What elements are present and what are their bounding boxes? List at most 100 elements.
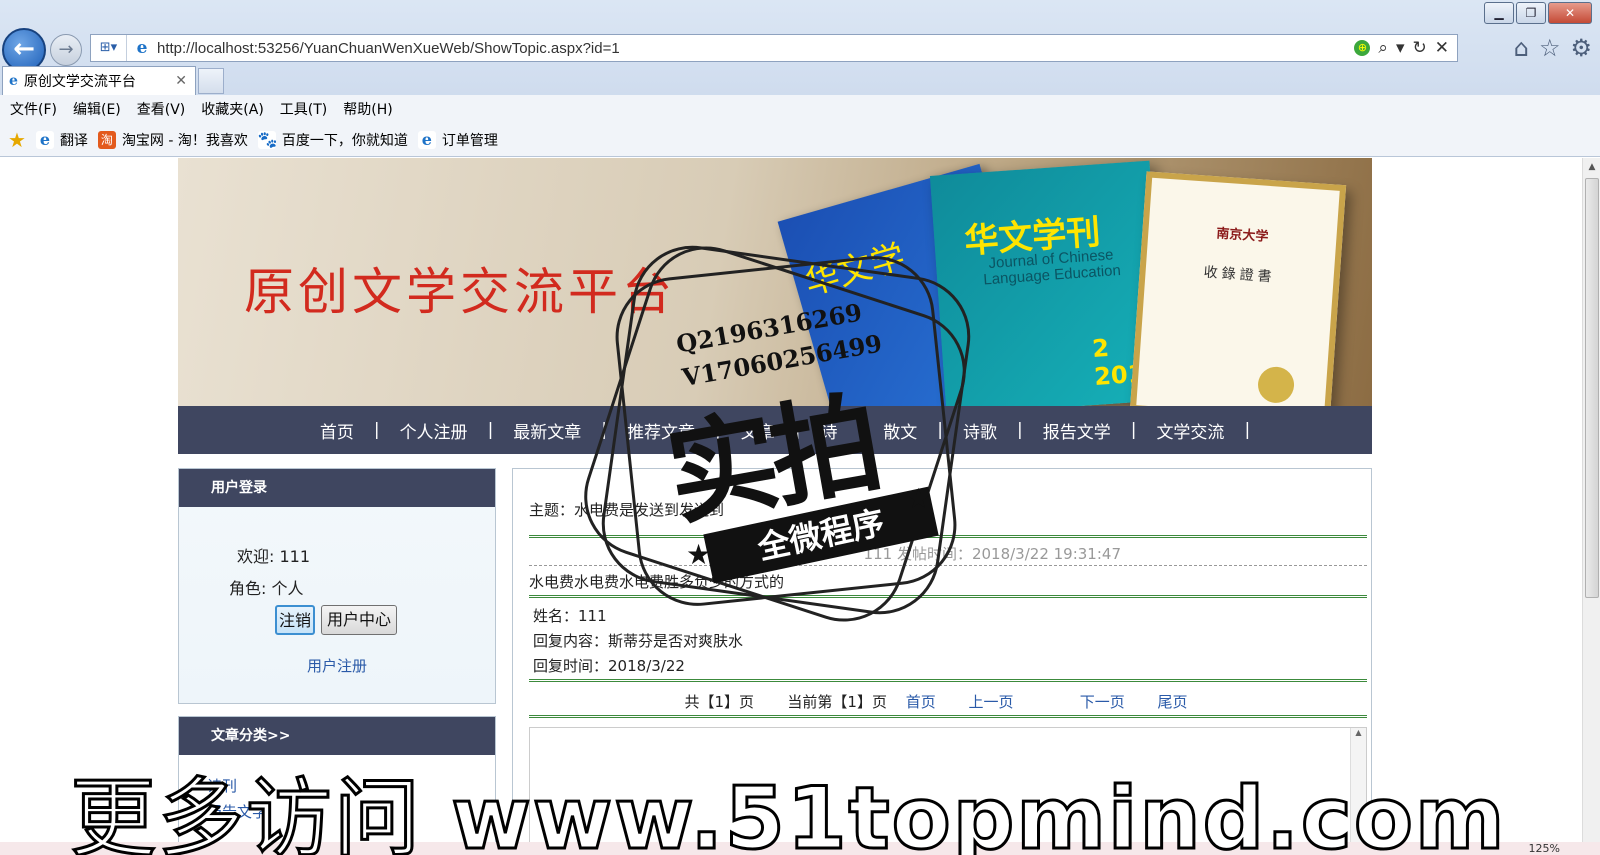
welcome-label: 欢迎: — [237, 547, 275, 566]
favorite-item[interactable]: e 订单管理 — [417, 130, 498, 150]
nav-separator: | — [1244, 420, 1251, 440]
topic-subject: 主题：水电费是发送到发送到 — [529, 499, 724, 520]
book1-title: 华文学 — [800, 237, 910, 304]
page-scrollbar[interactable]: ▲ — [1582, 158, 1600, 842]
window-controls: ▁ ❐ ✕ — [1484, 2, 1592, 24]
user-center-button[interactable]: 用户中心 — [321, 605, 397, 635]
favorites-star-icon[interactable]: ★ — [8, 128, 26, 152]
browser-titlebar: ▁ ❐ ✕ ← → ⊞▾ e http://localhost:53256/Yu… — [0, 0, 1600, 95]
certificate-head: 南京大学 — [1215, 226, 1269, 245]
welcome-user: 111 — [279, 547, 311, 566]
menu-edit[interactable]: 编辑(E) — [73, 99, 121, 119]
favorite-item[interactable]: 🐾 百度一下，你就知道 — [257, 130, 408, 150]
stop-icon[interactable]: ✕ — [1435, 38, 1449, 58]
favorites-star-icon[interactable]: ☆ — [1539, 34, 1561, 62]
reply-time-label: 回复时间： — [533, 657, 609, 675]
register-link[interactable]: 用户注册 — [307, 655, 367, 676]
divider — [529, 715, 1367, 718]
nav-register[interactable]: 个人注册 — [380, 418, 488, 443]
favorites-bar: ★ e 翻译 淘 淘宝网 - 淘！我喜欢 🐾 百度一下，你就知道 e 订单管理 — [0, 123, 1600, 157]
welcome-row: 欢迎: 111 — [237, 543, 310, 567]
topic-panel: 主题：水电费是发送到发送到 111 发帖时间：2018/3/22 19:31:4… — [512, 468, 1372, 842]
refresh-icon[interactable]: ↻ — [1413, 38, 1427, 58]
ie-icon: e — [136, 38, 148, 58]
reply-name-row: 姓名：111 — [533, 605, 607, 626]
favorite-label: 订单管理 — [441, 132, 498, 149]
menu-file[interactable]: 文件(F) — [10, 99, 57, 119]
menu-view[interactable]: 查看(V) — [137, 99, 186, 119]
nav-poem[interactable]: 诗 — [801, 418, 858, 443]
pager-first[interactable]: 首页 — [906, 693, 936, 711]
new-tab-button[interactable] — [198, 68, 224, 94]
favorite-label: 淘宝网 - 淘！我喜欢 — [121, 132, 248, 149]
login-panel-header: 用户登录 — [179, 469, 495, 507]
nav-prose[interactable]: 散文 — [863, 418, 937, 443]
favorite-item[interactable]: 淘 淘宝网 - 淘！我喜欢 — [97, 130, 248, 150]
scroll-thumb[interactable] — [1585, 178, 1599, 598]
login-panel: 用户登录 欢迎: 111 角色: 个人 注销 用户中心 用户注册 — [178, 468, 496, 704]
reply-time: 2018/3/22 — [608, 657, 685, 675]
forward-button[interactable]: → — [50, 34, 82, 66]
nav-report[interactable]: 报告文学 — [1023, 418, 1131, 443]
role-row: 角色: 个人 — [229, 575, 304, 599]
page-viewport: 原创文学交流平台 华文学 华文学刊 Journal of Chinese Lan… — [0, 158, 1582, 842]
ie-icon: e — [35, 130, 54, 149]
category-item[interactable]: 诗刊 — [207, 773, 495, 799]
taobao-icon: 淘 — [97, 130, 116, 149]
gear-icon[interactable]: ⚙ — [1570, 34, 1592, 62]
textarea-scrollbar[interactable]: ▲ — [1350, 728, 1366, 842]
site-banner: 原创文学交流平台 华文学 华文学刊 Journal of Chinese Lan… — [178, 158, 1372, 406]
pager-prev[interactable]: 上一页 — [969, 693, 1014, 711]
divider — [529, 565, 1367, 566]
menu-favorites[interactable]: 收藏夹(A) — [201, 99, 264, 119]
category-panel-header: 文章分类>> — [179, 717, 495, 755]
certificate-title: 收錄證書 — [1203, 264, 1277, 286]
nav-exchange[interactable]: 文学交流 — [1136, 418, 1244, 443]
close-window-button[interactable]: ✕ — [1548, 2, 1592, 24]
nav-articles[interactable]: 文章 — [721, 418, 795, 443]
url-text[interactable]: http://localhost:53256/YuanChuanWenXueWe… — [157, 40, 1354, 57]
favorite-item[interactable]: e 翻译 — [35, 130, 88, 150]
topic-body: 水电费水电费水电费胜多负少的方式的 — [529, 573, 785, 591]
new-tab-dropdown-icon[interactable]: ⊞▾ — [91, 35, 127, 61]
address-bar[interactable]: ⊞▾ e http://localhost:53256/YuanChuanWen… — [90, 34, 1458, 62]
search-icon[interactable]: ⌕ — [1378, 38, 1388, 58]
site-title: 原创文学交流平台 — [244, 263, 676, 321]
category-panel: 文章分类>> 诗刊 报告文学 — [178, 716, 496, 842]
pager-total: 共【1】页 — [684, 693, 755, 711]
tab-title: 原创文学交流平台 — [23, 74, 136, 90]
reply-time-row: 回复时间：2018/3/22 — [533, 655, 685, 676]
category-item[interactable]: 报告文学 — [207, 799, 495, 825]
reply-content: 斯蒂芬是否对爽肤水 — [608, 632, 744, 650]
pagination: 共【1】页 当前第【1】页 首页 上一页 下一页 尾页 — [513, 691, 1373, 712]
reply-name-label: 姓名： — [533, 607, 579, 625]
nav-poetry[interactable]: 诗歌 — [943, 418, 1017, 443]
nav-home[interactable]: 首页 — [300, 418, 374, 443]
menu-tools[interactable]: 工具(T) — [280, 99, 327, 119]
status-bar: 125% — [0, 842, 1600, 855]
pager-last[interactable]: 尾页 — [1158, 693, 1188, 711]
browser-tab[interactable]: e 原创文学交流平台 ✕ — [2, 66, 196, 95]
reply-textarea[interactable]: ▲ — [529, 727, 1367, 842]
tab-close-icon[interactable]: ✕ — [175, 73, 187, 89]
home-icon[interactable]: ⌂ — [1514, 34, 1529, 62]
menu-bar: 文件(F) 编辑(E) 查看(V) 收藏夹(A) 工具(T) 帮助(H) — [0, 95, 1600, 123]
nav-recommended[interactable]: 推荐文章 — [607, 418, 715, 443]
reply-name: 111 — [578, 607, 607, 625]
subject-text: 水电费是发送到发送到 — [574, 501, 725, 519]
menu-help[interactable]: 帮助(H) — [343, 99, 392, 119]
ie-icon: e — [9, 73, 18, 89]
compatibility-view-icon[interactable]: ⊕ — [1354, 40, 1371, 56]
reply-content-label: 回复内容： — [533, 632, 609, 650]
pager-current: 当前第【1】页 — [787, 693, 887, 711]
zoom-level[interactable]: 125% — [1529, 842, 1560, 855]
minimize-button[interactable]: ▁ — [1484, 2, 1514, 24]
restore-button[interactable]: ❐ — [1516, 2, 1546, 24]
logout-button[interactable]: 注销 — [275, 605, 315, 635]
nav-latest[interactable]: 最新文章 — [493, 418, 601, 443]
dropdown-arrow-icon[interactable]: ▾ — [1396, 38, 1405, 58]
pager-next[interactable]: 下一页 — [1080, 693, 1125, 711]
scroll-up-icon[interactable]: ▲ — [1583, 158, 1600, 176]
address-tools: ⊕ ⌕ ▾ ↻ ✕ — [1354, 38, 1457, 58]
role-label: 角色: — [229, 579, 267, 598]
